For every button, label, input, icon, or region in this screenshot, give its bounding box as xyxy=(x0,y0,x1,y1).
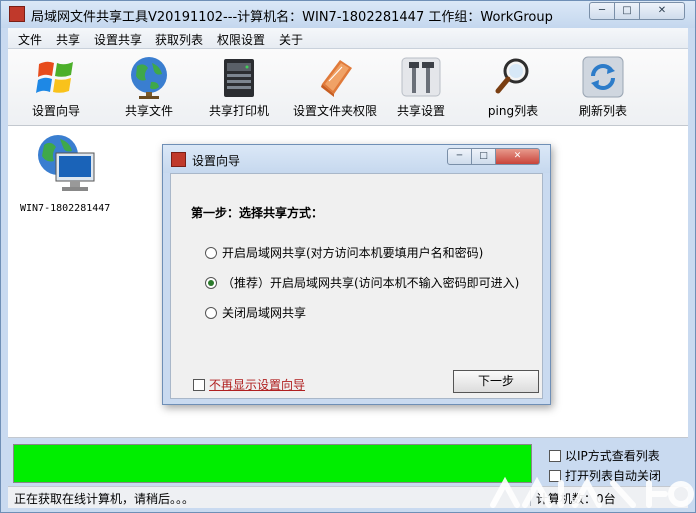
dialog-close-button[interactable]: ✕ xyxy=(495,148,540,165)
refresh-icon xyxy=(582,56,624,98)
toolbar-share-printer[interactable]: 共享打印机 xyxy=(201,49,277,126)
toolbar-label: 设置文件夹权限 xyxy=(292,104,377,118)
dialog-app-icon xyxy=(171,152,186,167)
menu-get-list[interactable]: 获取列表 xyxy=(155,31,203,48)
computer-icon xyxy=(38,135,95,191)
dialog-title: 设置向导 xyxy=(192,154,241,168)
dialog-minimize-button[interactable]: ─ xyxy=(447,148,472,165)
menu-bar: 文件 共享 设置共享 获取列表 权限设置 关于 xyxy=(8,28,688,49)
windows-logo-icon xyxy=(36,61,73,93)
toolbar-share-settings[interactable]: 共享设置 xyxy=(386,49,456,126)
share-option-recommended[interactable]: （推荐）开启局域网共享(访问本机不输入密码即可进入) xyxy=(205,274,519,291)
tools-icon xyxy=(401,57,441,97)
dont-show-checkbox-row[interactable]: 不再显示设置向导 xyxy=(193,376,305,393)
dialog-title-bar[interactable]: 设置向导 ─ □ ✕ xyxy=(163,145,550,173)
share-option-password[interactable]: 开启局域网共享(对方访问本机要填用户名和密码) xyxy=(205,244,483,261)
next-button[interactable]: 下一步 xyxy=(453,370,539,393)
window-title: 局域网文件共享工具V20191102---计算机名：WIN7-180228144… xyxy=(31,10,553,25)
toolbar: 设置向导 共享文件 共享打印机 设置文件夹权限 共享设置 ping列表 刷新列表 xyxy=(8,49,688,126)
toolbar-ping-list[interactable]: ping列表 xyxy=(478,49,548,126)
dialog-body: 第一步：选择共享方式： 开启局域网共享(对方访问本机要填用户名和密码) （推荐）… xyxy=(170,173,543,399)
toolbar-label: 共享文件 xyxy=(124,104,173,118)
watermark-logo xyxy=(490,476,694,508)
menu-share[interactable]: 共享 xyxy=(56,31,80,48)
toolbar-label: 共享打印机 xyxy=(208,104,269,118)
step-title: 第一步：选择共享方式： xyxy=(191,206,324,220)
share-option-label: （推荐）开启局域网共享(访问本机不输入密码即可进入) xyxy=(222,276,520,290)
menu-about[interactable]: 关于 xyxy=(279,31,303,48)
share-option-label: 关闭局域网共享 xyxy=(222,306,307,320)
toolbar-refresh-list[interactable]: 刷新列表 xyxy=(568,49,638,126)
radio-button[interactable] xyxy=(205,247,217,259)
app-icon xyxy=(9,6,25,22)
share-option-label: 开启局域网共享(对方访问本机要填用户名和密码) xyxy=(222,246,484,260)
menu-share-settings[interactable]: 设置共享 xyxy=(94,31,142,48)
globe-icon xyxy=(131,57,167,99)
computer-name: WIN7-1802281447 xyxy=(20,203,111,214)
setup-wizard-dialog: 设置向导 ─ □ ✕ 第一步：选择共享方式： 开启局域网共享(对方访问本机要填用… xyxy=(162,144,551,405)
share-option-disable[interactable]: 关闭局域网共享 xyxy=(205,304,306,321)
toolbar-setup-wizard[interactable]: 设置向导 xyxy=(20,49,92,126)
minimize-button[interactable]: ─ xyxy=(589,2,615,20)
toolbar-share-files[interactable]: 共享文件 xyxy=(113,49,185,126)
toolbar-label: 设置向导 xyxy=(31,104,80,118)
menu-permission[interactable]: 权限设置 xyxy=(217,31,265,48)
dont-show-checkbox[interactable] xyxy=(193,379,205,391)
title-bar[interactable]: 局域网文件共享工具V20191102---计算机名：WIN7-180228144… xyxy=(1,1,695,28)
printer-server-icon xyxy=(224,59,254,97)
toolbar-label: 刷新列表 xyxy=(578,104,627,118)
magnifier-icon xyxy=(495,58,529,94)
toolbar-label: 共享设置 xyxy=(396,104,445,118)
dialog-maximize-button[interactable]: □ xyxy=(471,148,496,165)
radio-button-selected[interactable] xyxy=(205,277,217,289)
toolbar-label: ping列表 xyxy=(487,104,539,118)
maximize-button[interactable]: □ xyxy=(614,2,640,20)
toolbar-folder-permission[interactable]: 设置文件夹权限 xyxy=(284,49,386,126)
dont-show-label: 不再显示设置向导 xyxy=(209,378,306,392)
status-message: 正在获取在线计算机，请稍后。。。 xyxy=(14,492,195,506)
menu-file[interactable]: 文件 xyxy=(18,31,42,48)
progress-bar xyxy=(13,444,532,483)
computer-item[interactable]: WIN7-1802281447 xyxy=(20,133,110,214)
book-icon xyxy=(321,60,352,97)
close-button[interactable]: ✕ xyxy=(639,2,685,20)
radio-button[interactable] xyxy=(205,307,217,319)
